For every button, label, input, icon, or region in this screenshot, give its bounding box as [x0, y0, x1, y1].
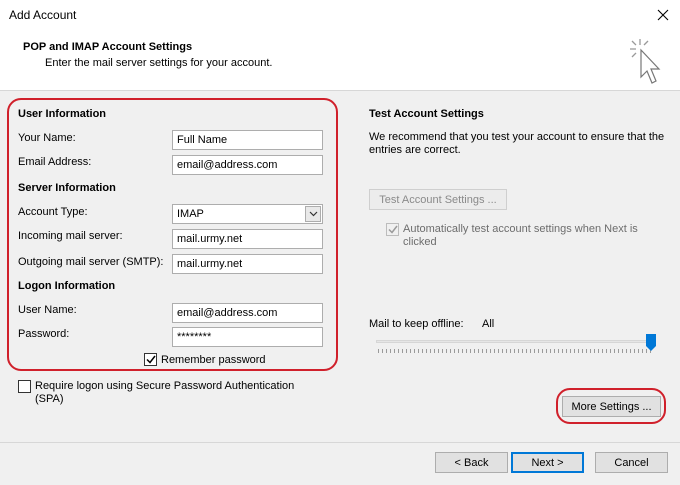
email-input[interactable] [172, 155, 323, 175]
password-input[interactable] [172, 327, 323, 347]
checkmark-icon [145, 355, 156, 364]
outgoing-server-label: Outgoing mail server (SMTP): [18, 256, 164, 268]
page-subtitle: Enter the mail server settings for your … [45, 57, 273, 69]
password-label: Password: [18, 328, 70, 340]
more-settings-button[interactable]: More Settings ... [562, 396, 661, 417]
your-name-label: Your Name: [18, 132, 76, 144]
account-type-label: Account Type: [18, 206, 88, 218]
dropdown-button[interactable] [305, 206, 321, 222]
spa-label: Require logon using Secure Password Auth… [35, 380, 295, 405]
logon-info-heading: Logon Information [18, 280, 116, 292]
offline-slider-ticks [378, 349, 654, 353]
offline-slider-track[interactable] [376, 340, 656, 343]
auto-test-label: Automatically test account settings when… [403, 223, 638, 248]
mouse-cursor-icon [630, 39, 661, 84]
page-title: POP and IMAP Account Settings [23, 41, 193, 53]
user-name-input[interactable] [172, 303, 323, 323]
test-settings-description: We recommend that you test your account … [369, 131, 665, 156]
user-info-heading: User Information [18, 108, 107, 120]
your-name-input[interactable] [172, 130, 323, 150]
close-button[interactable] [650, 4, 676, 26]
remember-password-checkbox[interactable] [144, 353, 157, 366]
cancel-button[interactable]: Cancel [595, 452, 668, 473]
chevron-down-icon [309, 211, 317, 217]
footer-divider [0, 442, 680, 443]
auto-test-checkbox[interactable] [386, 223, 399, 236]
outgoing-server-input[interactable] [172, 254, 323, 274]
account-type-select[interactable]: IMAP [172, 204, 323, 224]
remember-password-label: Remember password [161, 354, 266, 366]
email-label: Email Address: [18, 156, 92, 168]
account-type-value: IMAP [177, 208, 204, 220]
incoming-server-label: Incoming mail server: [18, 230, 123, 242]
window-title: Add Account [9, 8, 77, 22]
next-button[interactable]: Next > [511, 452, 584, 473]
spa-checkbox[interactable] [18, 380, 31, 393]
server-info-heading: Server Information [18, 182, 116, 194]
title-bar [0, 0, 680, 31]
offline-slider-thumb[interactable] [646, 334, 656, 351]
mail-offline-value: All [482, 318, 495, 330]
back-button[interactable]: < Back [435, 452, 508, 473]
checkmark-icon [387, 225, 398, 234]
test-settings-heading: Test Account Settings [369, 108, 484, 120]
user-name-label: User Name: [18, 304, 77, 316]
close-icon [657, 9, 669, 21]
incoming-server-input[interactable] [172, 229, 323, 249]
mail-offline-label: Mail to keep offline: [369, 318, 464, 330]
test-account-settings-button[interactable]: Test Account Settings ... [369, 189, 507, 210]
